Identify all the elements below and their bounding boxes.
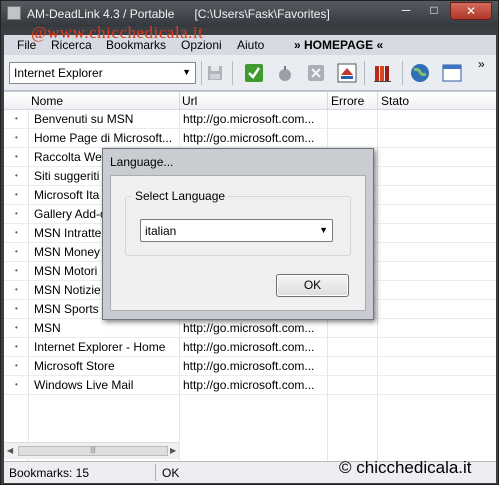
minimize-button[interactable]: ─ [393, 2, 419, 20]
toolbar-overflow-button[interactable]: » [478, 57, 485, 71]
column-header-url[interactable]: Url [182, 94, 197, 108]
column-header-nome[interactable]: Nome [31, 94, 63, 108]
column-divider[interactable] [327, 92, 328, 110]
table-row[interactable]: • Internet Explorer - Home http://go.micro… [4, 338, 496, 357]
bullet-icon: • [15, 380, 18, 389]
status-bookmarks-count: Bookmarks: 15 [9, 466, 90, 480]
language-dialog: Language... Select Language italian ▼ OK [102, 148, 374, 320]
scroll-left-icon[interactable]: ◀ [7, 446, 13, 455]
row-url: http://go.microsoft.com... [183, 112, 315, 126]
list-header: Nome Url Errore Stato [4, 92, 496, 110]
toolbar-separator [364, 61, 365, 85]
column-header-stato[interactable]: Stato [381, 94, 409, 108]
table-row[interactable]: • Home Page di Microsoft... http://go.micr… [4, 129, 496, 148]
bullet-icon: • [15, 266, 18, 275]
close-button[interactable]: ✕ [450, 2, 492, 20]
toolbar: Internet Explorer ▼ » [4, 55, 496, 91]
column-divider[interactable] [377, 92, 378, 110]
row-name: Windows Live Mail [34, 378, 134, 392]
scroll-right-icon[interactable]: ▶ [170, 446, 176, 455]
table-row[interactable]: • Windows Live Mail http://go.microsoft.co… [4, 376, 496, 395]
bullet-icon: • [15, 361, 18, 370]
bullet-icon: • [15, 171, 18, 180]
home-icon[interactable] [336, 62, 358, 84]
row-url: http://go.microsoft.com... [183, 378, 315, 392]
language-group: Select Language italian ▼ [125, 189, 351, 256]
language-select[interactable]: italian ▼ [140, 219, 333, 242]
table-row[interactable]: • Benvenuti su MSN http://go.microsoft.com… [4, 110, 496, 129]
app-icon [7, 6, 21, 20]
app-window: AM-DeadLink 4.3 / Portable [C:\Users\Fas… [0, 0, 499, 485]
language-select-value: italian [145, 224, 177, 238]
status-state: OK [162, 466, 180, 480]
column-divider[interactable] [179, 92, 180, 110]
maximize-button[interactable]: □ [421, 2, 447, 20]
bullet-icon: • [15, 304, 18, 313]
row-name: Microsoft Store [34, 359, 115, 373]
dialog-title: Language... [110, 155, 174, 169]
cancel-icon[interactable] [305, 62, 327, 84]
bullet-icon: • [15, 342, 18, 351]
menu-homepage[interactable]: » HOMEPAGE « [294, 38, 383, 52]
window-title: AM-DeadLink 4.3 / Portable [C:\Users\Fas… [27, 7, 330, 21]
table-row[interactable]: • MSN http://go.microsoft.com... [4, 319, 496, 338]
row-name: Home Page di Microsoft... [34, 131, 173, 145]
column-header-errore[interactable]: Errore [331, 94, 364, 108]
globe-icon[interactable] [409, 62, 431, 84]
browser-select-value: Internet Explorer [14, 66, 103, 80]
row-url: http://go.microsoft.com... [183, 359, 315, 373]
bullet-icon: • [15, 114, 18, 123]
row-name: MSN [34, 321, 61, 335]
books-icon[interactable] [372, 62, 394, 84]
window-icon[interactable] [441, 62, 463, 84]
bullet-icon: • [15, 209, 18, 218]
row-url: http://go.microsoft.com... [183, 321, 315, 335]
table-row[interactable]: • Microsoft Store http://go.microsoft.com.… [4, 357, 496, 376]
menu-aiuto[interactable]: Aiuto [237, 38, 264, 52]
row-name: Benvenuti su MSN [34, 112, 134, 126]
group-label: Select Language [132, 189, 229, 203]
apple-icon[interactable] [274, 62, 296, 84]
bullet-icon: • [15, 247, 18, 256]
horizontal-scrollbar[interactable]: ◀ ||| ▶ [4, 442, 179, 459]
status-divider [155, 464, 156, 481]
browser-select[interactable]: Internet Explorer ▼ [9, 62, 196, 84]
toolbar-separator [201, 61, 202, 85]
row-name: Internet Explorer - Home [34, 340, 166, 354]
watermark-top: @www.chicchedicala.it [31, 23, 204, 42]
row-url: http://go.microsoft.com... [183, 340, 315, 354]
scroll-thumb[interactable]: ||| [18, 446, 168, 456]
check-icon[interactable] [243, 62, 265, 84]
chevron-down-icon: ▼ [319, 225, 328, 235]
toolbar-separator [402, 61, 403, 85]
bullet-icon: • [15, 228, 18, 237]
dialog-body: Select Language italian ▼ OK [110, 175, 366, 311]
bullet-icon: • [15, 285, 18, 294]
bullet-icon: • [15, 323, 18, 332]
save-icon[interactable] [204, 62, 226, 84]
bullet-icon: • [15, 152, 18, 161]
chevron-down-icon: ▼ [182, 67, 191, 77]
toolbar-separator [232, 61, 233, 85]
ok-button[interactable]: OK [276, 274, 349, 297]
row-url: http://go.microsoft.com... [183, 131, 315, 145]
watermark-bottom: © chicchedicala.it [339, 458, 472, 477]
bullet-icon: • [15, 190, 18, 199]
bullet-icon: • [15, 133, 18, 142]
